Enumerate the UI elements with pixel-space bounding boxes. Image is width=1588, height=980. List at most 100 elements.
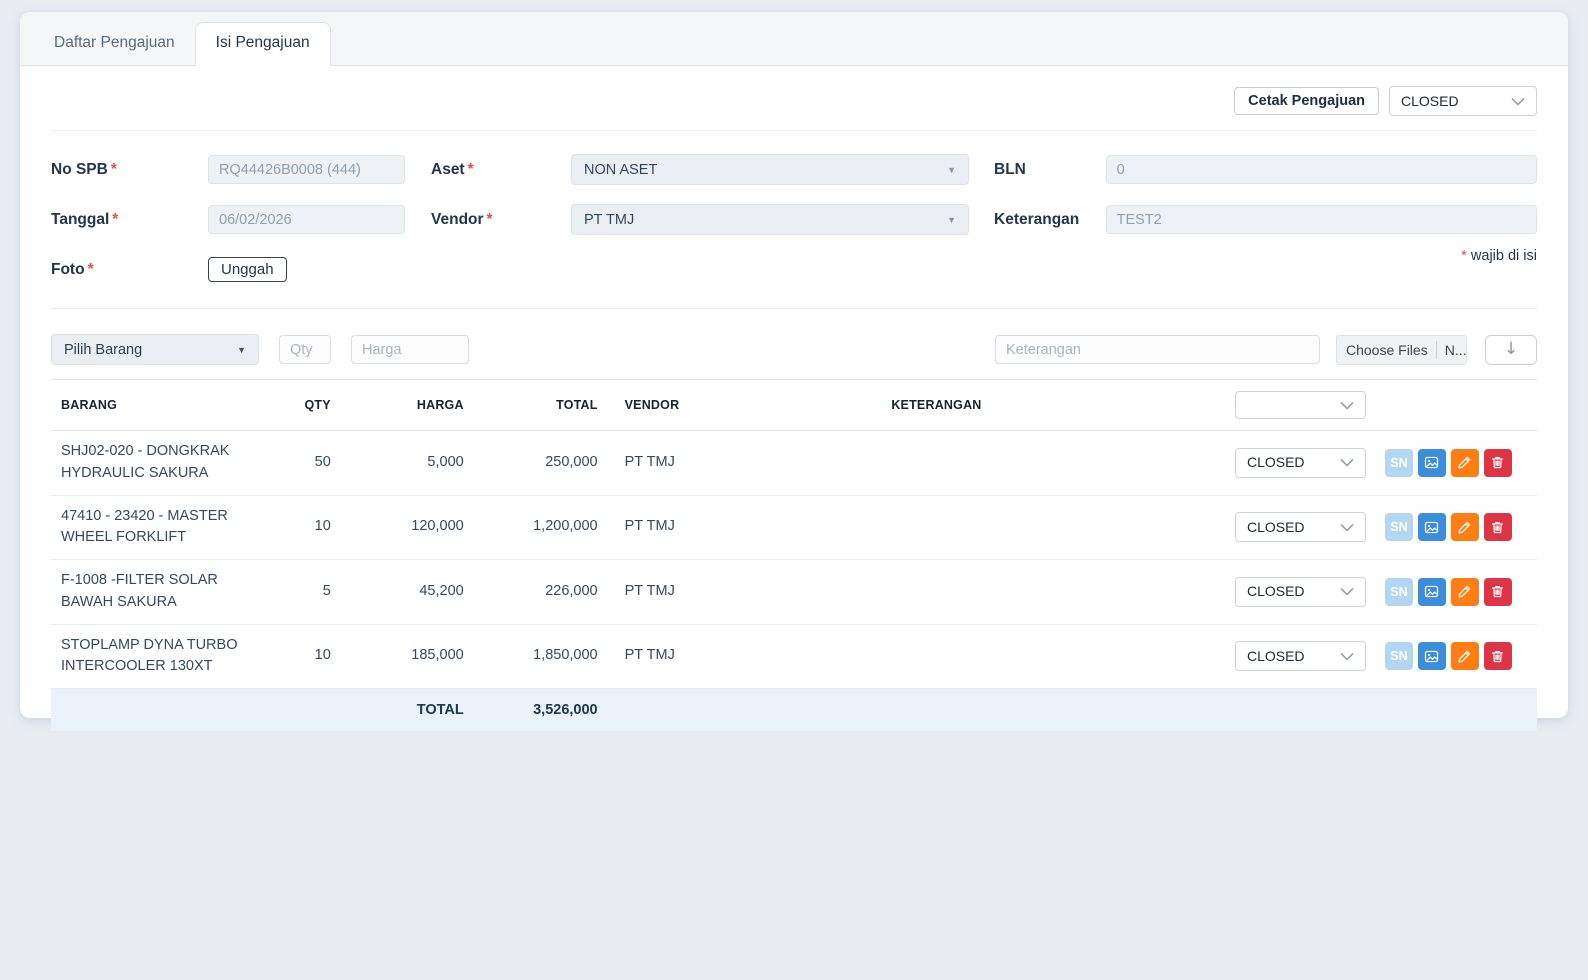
col-header-keterangan: KETERANGAN	[880, 380, 1225, 431]
required-mark: *	[88, 261, 94, 278]
vendor-select[interactable]: PT TMJ ▼	[571, 204, 969, 235]
harga-cell: 185,000	[341, 624, 474, 689]
col-header-actions	[1225, 380, 1537, 431]
image-button[interactable]	[1418, 513, 1446, 541]
delete-button[interactable]	[1484, 513, 1512, 541]
col-header-barang: BARANG	[51, 380, 261, 431]
qty-input[interactable]	[279, 335, 331, 364]
header-actions: Cetak Pengajuan CLOSED	[51, 86, 1537, 131]
row-status-select[interactable]: CLOSED	[1235, 512, 1366, 542]
edit-button[interactable]	[1451, 513, 1479, 541]
vendor-label: Vendor*	[431, 211, 571, 229]
delete-button[interactable]	[1484, 449, 1512, 477]
row-status-select[interactable]: CLOSED	[1235, 448, 1366, 478]
tab-bar: Daftar Pengajuan Isi Pengajuan	[20, 12, 1568, 66]
keterangan-input[interactable]	[1106, 205, 1537, 234]
qty-cell: 10	[261, 495, 341, 560]
row-status-select[interactable]: CLOSED	[1235, 641, 1366, 671]
delete-button[interactable]	[1484, 578, 1512, 606]
sn-button[interactable]: SN	[1385, 642, 1413, 670]
barang-cell: STOPLAMP DYNA TURBO INTERCOOLER 130XT	[51, 624, 261, 689]
harga-input[interactable]	[351, 335, 469, 364]
total-cell: 1,200,000	[474, 495, 608, 560]
edit-button[interactable]	[1451, 578, 1479, 606]
chevron-down-icon	[1340, 523, 1354, 532]
edit-button[interactable]	[1451, 449, 1479, 477]
sn-button[interactable]: SN	[1385, 449, 1413, 477]
required-mark: *	[487, 211, 493, 228]
main-card: Daftar Pengajuan Isi Pengajuan Cetak Pen…	[20, 12, 1568, 718]
aset-select[interactable]: NON ASET ▼	[571, 154, 969, 185]
row-status-value: CLOSED	[1247, 646, 1305, 667]
cetak-pengajuan-button[interactable]: Cetak Pengajuan	[1234, 87, 1379, 115]
total-label: TOTAL	[341, 689, 474, 732]
sn-button[interactable]: SN	[1385, 513, 1413, 541]
caret-down-icon: ▼	[947, 165, 956, 175]
image-icon	[1424, 584, 1439, 599]
no-spb-input[interactable]	[208, 155, 405, 184]
download-button[interactable]: ↓	[1485, 335, 1537, 365]
header-filter-select[interactable]	[1235, 391, 1366, 419]
chevron-down-icon	[1340, 458, 1354, 467]
image-button[interactable]	[1418, 449, 1446, 477]
pencil-icon	[1457, 584, 1472, 599]
chevron-down-icon	[1511, 97, 1525, 106]
required-mark: *	[112, 211, 118, 228]
bln-label: BLN	[994, 161, 1106, 179]
vendor-select-value: PT TMJ	[584, 212, 634, 228]
harga-cell: 120,000	[341, 495, 474, 560]
keterangan-label: Keterangan	[994, 211, 1106, 229]
tab-isi-pengajuan[interactable]: Isi Pengajuan	[195, 22, 331, 66]
file-separator	[1436, 341, 1437, 359]
bln-input[interactable]	[1106, 155, 1537, 184]
choose-files-input[interactable]: Choose Files N...	[1336, 335, 1467, 365]
keterangan-cell	[880, 431, 1225, 496]
keterangan-item-input[interactable]	[995, 335, 1320, 364]
download-arrow-icon: ↓	[1504, 339, 1518, 359]
chevron-down-icon	[1340, 401, 1354, 410]
pilih-barang-select[interactable]: Pilih Barang ▼	[51, 334, 259, 365]
choose-files-label: Choose Files	[1346, 342, 1428, 358]
unggah-button[interactable]: Unggah	[208, 257, 287, 282]
table-row: SHJ02-020 - DONGKRAK HYDRAULIC SAKURA 50…	[51, 431, 1537, 496]
tanggal-input[interactable]	[208, 205, 405, 234]
image-button[interactable]	[1418, 642, 1446, 670]
tanggal-label: Tanggal*	[51, 211, 208, 229]
barang-cell: 47410 - 23420 - MASTER WHEEL FORKLIFT	[51, 495, 261, 560]
actions-cell: CLOSED SN	[1225, 560, 1537, 625]
form-column-3: BLN Keterangan * wajib di isi	[994, 154, 1537, 304]
status-select-value: CLOSED	[1401, 93, 1459, 109]
col-header-vendor: VENDOR	[608, 380, 881, 431]
vendor-cell: PT TMJ	[608, 431, 881, 496]
foto-label: Foto*	[51, 261, 208, 279]
total-value: 3,526,000	[474, 689, 608, 732]
keterangan-cell	[880, 560, 1225, 625]
row-status-select[interactable]: CLOSED	[1235, 577, 1366, 607]
actions-cell: CLOSED SN	[1225, 624, 1537, 689]
image-icon	[1424, 455, 1439, 470]
qty-cell: 10	[261, 624, 341, 689]
total-row: TOTAL 3,526,000	[51, 689, 1537, 732]
pencil-icon	[1457, 455, 1472, 470]
harga-cell: 5,000	[341, 431, 474, 496]
keterangan-cell	[880, 495, 1225, 560]
edit-button[interactable]	[1451, 642, 1479, 670]
form-column-2: Aset* NON ASET ▼ Vendor* PT TMJ ▼	[431, 154, 969, 304]
delete-button[interactable]	[1484, 642, 1512, 670]
image-button[interactable]	[1418, 578, 1446, 606]
form-section: No SPB* Tanggal* Foto* Unggah Aset* NON …	[51, 154, 1537, 304]
required-note: * wajib di isi	[994, 248, 1537, 264]
tab-daftar-pengajuan[interactable]: Daftar Pengajuan	[34, 23, 195, 65]
sn-button[interactable]: SN	[1385, 578, 1413, 606]
table-header-row: BARANG QTY HARGA TOTAL VENDOR KETERANGAN	[51, 380, 1537, 431]
caret-down-icon: ▼	[947, 215, 956, 225]
status-select[interactable]: CLOSED	[1389, 86, 1537, 116]
vendor-cell: PT TMJ	[608, 495, 881, 560]
image-icon	[1424, 520, 1439, 535]
caret-down-icon: ▼	[237, 345, 246, 355]
vendor-cell: PT TMJ	[608, 560, 881, 625]
trash-icon	[1490, 520, 1505, 535]
table-row: F-1008 -FILTER SOLAR BAWAH SAKURA 5 45,2…	[51, 560, 1537, 625]
qty-cell: 50	[261, 431, 341, 496]
table-body: SHJ02-020 - DONGKRAK HYDRAULIC SAKURA 50…	[51, 431, 1537, 689]
